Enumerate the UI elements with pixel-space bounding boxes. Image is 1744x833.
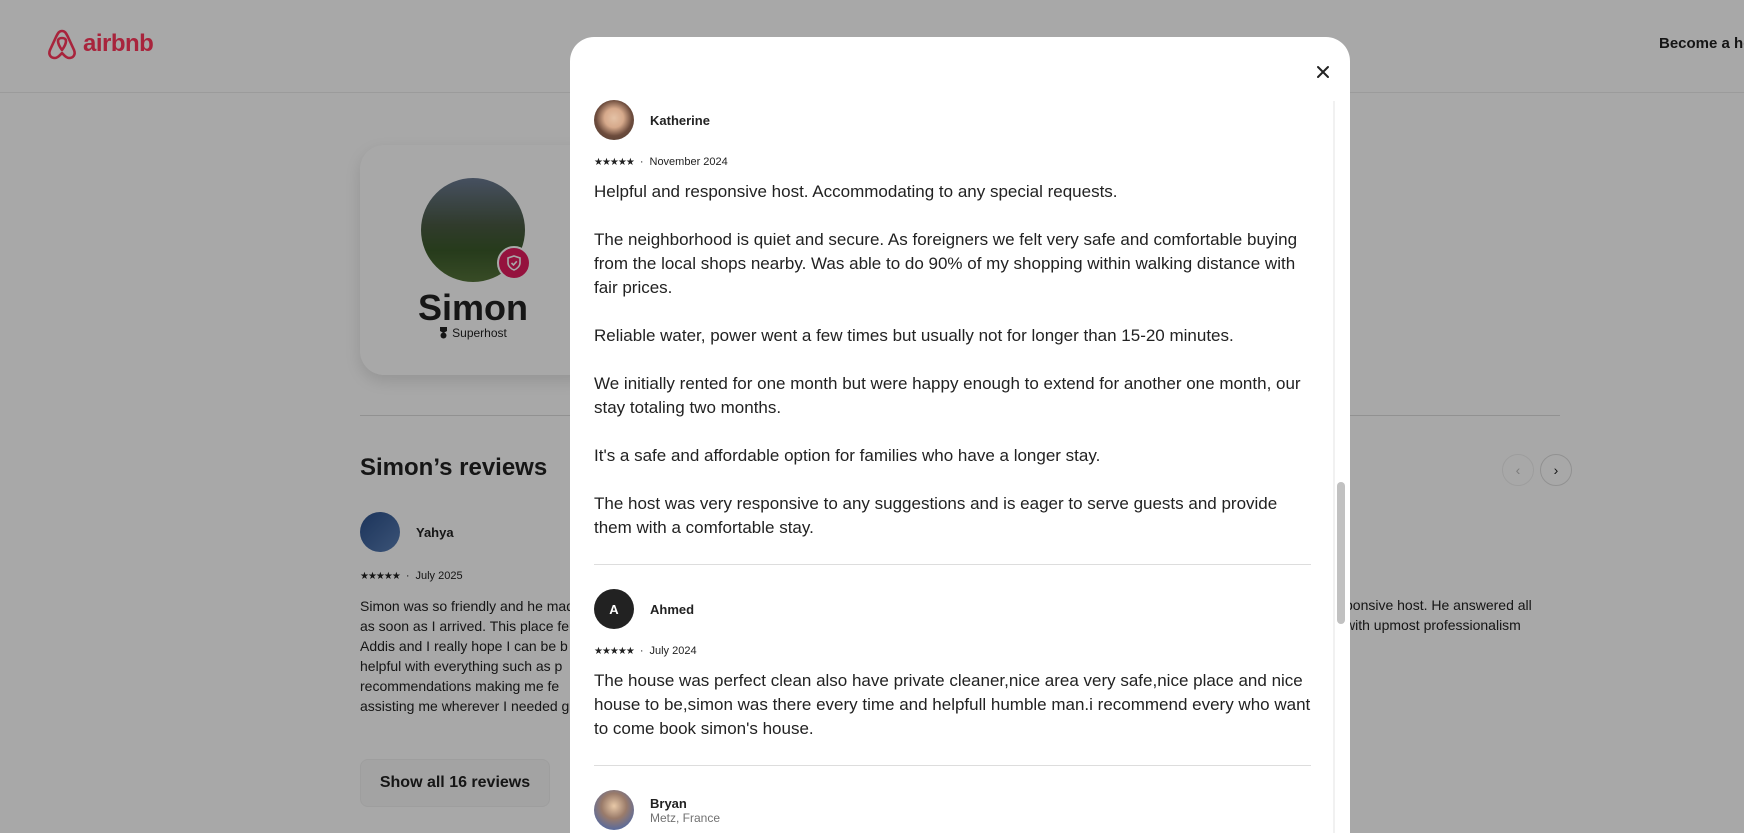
reviewer-name: Bryan bbox=[650, 795, 687, 811]
reviewer-name: Ahmed bbox=[650, 601, 695, 617]
reviewer-avatar[interactable] bbox=[594, 790, 634, 830]
close-icon[interactable] bbox=[1307, 56, 1339, 88]
review-item: Katherine ★★★★★ · November 2024 Helpful … bbox=[594, 100, 1311, 540]
modal-scrollbar[interactable] bbox=[1337, 482, 1345, 624]
reviewer-avatar[interactable]: A bbox=[594, 589, 634, 629]
modal-review-list: Katherine ★★★★★ · November 2024 Helpful … bbox=[594, 100, 1311, 830]
reviews-modal: Katherine ★★★★★ · November 2024 Helpful … bbox=[570, 37, 1350, 833]
review-divider bbox=[594, 765, 1311, 766]
reviewer-location: Metz, France bbox=[650, 810, 721, 825]
meta-dot: · bbox=[639, 156, 644, 168]
modal-scroll-track bbox=[1333, 101, 1335, 833]
review-date: July 2024 bbox=[649, 645, 697, 657]
review-date: November 2024 bbox=[649, 156, 728, 168]
review-rating: ★★★★★ · November 2024 bbox=[594, 156, 1311, 168]
review-rating: ★★★★★ · July 2024 bbox=[594, 645, 1311, 657]
review-item: A Ahmed ★★★★★ · July 2024 The house was … bbox=[594, 589, 1311, 741]
meta-dot: · bbox=[639, 645, 644, 657]
review-text: Helpful and responsive host. Accommodati… bbox=[594, 182, 1301, 537]
reviewer-avatar[interactable] bbox=[594, 100, 634, 140]
review-divider bbox=[594, 564, 1311, 565]
star-rating-icons: ★★★★★ bbox=[594, 645, 635, 657]
review-text: The house was perfect clean also have pr… bbox=[594, 671, 1311, 738]
reviewer-name: Katherine bbox=[650, 112, 710, 128]
star-rating-icons: ★★★★★ bbox=[594, 156, 635, 168]
review-item: Bryan Metz, France bbox=[594, 790, 1311, 830]
